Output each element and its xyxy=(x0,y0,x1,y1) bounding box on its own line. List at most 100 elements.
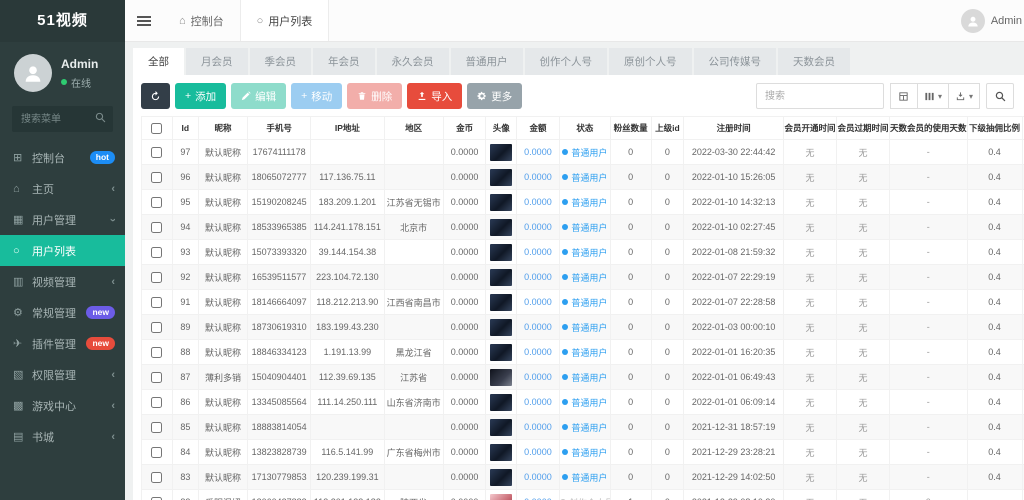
filter-tab-1[interactable]: 月会员 xyxy=(186,48,248,75)
amount-link[interactable]: 0.0000 xyxy=(524,322,552,332)
delete-button[interactable]: 删除 xyxy=(347,83,402,109)
sidebar-item-home[interactable]: ⌂主页‹ xyxy=(0,173,125,204)
user-avatar-thumbnail[interactable] xyxy=(490,394,512,411)
table-search-input[interactable] xyxy=(756,83,884,109)
cell-coins: 0.0000 xyxy=(443,440,486,465)
row-checkbox[interactable] xyxy=(151,197,162,208)
filter-tab-4[interactable]: 永久会员 xyxy=(377,48,449,75)
sidebar-item-game-center[interactable]: ▩游戏中心‹ xyxy=(0,390,125,421)
user-avatar-thumbnail[interactable] xyxy=(490,419,512,436)
cell-parent_id: 0 xyxy=(651,390,684,415)
cell-days_used: - xyxy=(890,465,967,490)
filter-tab-2[interactable]: 季会员 xyxy=(250,48,312,75)
amount-link[interactable]: 0.0000 xyxy=(524,147,552,157)
columns-dropdown-button[interactable]: ▾ xyxy=(917,83,949,109)
filter-tab-7[interactable]: 原创个人号 xyxy=(609,48,692,75)
user-avatar-thumbnail[interactable] xyxy=(490,494,512,500)
sidebar-item-user-list[interactable]: ○用户列表 xyxy=(0,235,125,266)
filter-tab-3[interactable]: 年会员 xyxy=(313,48,375,75)
amount-link[interactable]: 0.0000 xyxy=(524,347,552,357)
user-avatar-thumbnail[interactable] xyxy=(490,319,512,336)
column-header-3: IP地址 xyxy=(311,117,384,140)
cell-phone: 18146664097 xyxy=(248,290,311,315)
row-checkbox[interactable] xyxy=(151,297,162,308)
sidebar-item-plugin-mgmt[interactable]: ✈插件管理new xyxy=(0,328,125,359)
user-avatar-thumbnail[interactable] xyxy=(490,269,512,286)
toggle-table-button[interactable] xyxy=(890,83,918,109)
amount-link[interactable]: 0.0000 xyxy=(524,472,552,482)
user-avatar-thumbnail[interactable] xyxy=(490,469,512,486)
user-avatar-thumbnail[interactable] xyxy=(490,219,512,236)
amount-link[interactable]: 0.0000 xyxy=(524,272,552,282)
row-checkbox[interactable] xyxy=(151,472,162,483)
row-checkbox[interactable] xyxy=(151,247,162,258)
nav-tab-user-list[interactable]: ○用户列表 xyxy=(240,0,330,41)
row-checkbox[interactable] xyxy=(151,497,162,500)
filter-tab-6[interactable]: 创作个人号 xyxy=(525,48,608,75)
search-button[interactable] xyxy=(986,83,1014,109)
row-checkbox[interactable] xyxy=(151,347,162,358)
cell-vip_end: 无 xyxy=(837,215,890,240)
user-avatar-thumbnail[interactable] xyxy=(490,169,512,186)
amount-link[interactable]: 0.0000 xyxy=(524,447,552,457)
refresh-button[interactable] xyxy=(141,83,170,109)
row-checkbox[interactable] xyxy=(151,222,162,233)
cell-days_used: - xyxy=(890,140,967,165)
row-checkbox[interactable] xyxy=(151,372,162,383)
row-checkbox[interactable] xyxy=(151,147,162,158)
filter-tab-9[interactable]: 天数会员 xyxy=(778,48,850,75)
filter-tab-8[interactable]: 公司传媒号 xyxy=(694,48,777,75)
import-button[interactable]: 导入 xyxy=(407,83,462,109)
row-checkbox[interactable] xyxy=(151,397,162,408)
user-avatar-thumbnail[interactable] xyxy=(490,344,512,361)
sidebar-item-general-mgmt[interactable]: ⚙常规管理new xyxy=(0,297,125,328)
cell-region: 山东省济南市 xyxy=(384,390,443,415)
hamburger-menu-icon[interactable] xyxy=(125,0,163,41)
row-checkbox[interactable] xyxy=(151,422,162,433)
cell-id: 84 xyxy=(172,440,199,465)
amount-link[interactable]: 0.0000 xyxy=(524,372,552,382)
more-button[interactable]: 更多 xyxy=(467,83,522,109)
user-avatar-thumbnail[interactable] xyxy=(490,294,512,311)
sidebar-item-bookstore[interactable]: ▤书城‹ xyxy=(0,421,125,452)
amount-link[interactable]: 0.0000 xyxy=(524,197,552,207)
sidebar-item-permission-mgmt[interactable]: ▧权限管理‹ xyxy=(0,359,125,390)
row-checkbox[interactable] xyxy=(151,172,162,183)
cell-nickname: 默认昵称 xyxy=(199,240,248,265)
circle-icon: ○ xyxy=(13,245,32,257)
user-avatar-thumbnail[interactable] xyxy=(490,369,512,386)
sidebar-item-user-mgmt[interactable]: ▦用户管理‹ xyxy=(0,204,125,235)
sidebar-item-video-mgmt[interactable]: ▥视频管理‹ xyxy=(0,266,125,297)
user-avatar-thumbnail[interactable] xyxy=(490,244,512,261)
amount-link[interactable]: 0.0000 xyxy=(524,297,552,307)
move-button[interactable]: +移动 xyxy=(291,83,342,109)
row-checkbox[interactable] xyxy=(151,322,162,333)
amount-link[interactable]: 0.0000 xyxy=(524,172,552,182)
nav-tab-console[interactable]: ⌂控制台 xyxy=(163,0,240,41)
cell-fans: 0 xyxy=(610,190,651,215)
filter-tab-0[interactable]: 全部 xyxy=(133,48,184,75)
cell-ip: 183.199.43.230 xyxy=(311,315,384,340)
cell-nickname: 爱阴湿妞 xyxy=(199,490,248,500)
filter-tab-5[interactable]: 普通用户 xyxy=(451,48,523,75)
row-checkbox[interactable] xyxy=(151,447,162,458)
user-avatar-thumbnail[interactable] xyxy=(490,144,512,161)
row-checkbox[interactable] xyxy=(151,272,162,283)
user-avatar-thumbnail[interactable] xyxy=(490,444,512,461)
amount-link[interactable]: 0.0000 xyxy=(524,397,552,407)
amount-link[interactable]: 0.0000 xyxy=(524,422,552,432)
cell-status: 普通用户 xyxy=(559,440,610,465)
user-avatar-thumbnail[interactable] xyxy=(490,194,512,211)
export-dropdown-button[interactable]: ▾ xyxy=(948,83,980,109)
edit-button[interactable]: 编辑 xyxy=(231,83,286,109)
amount-link[interactable]: 0.0000 xyxy=(524,222,552,232)
cell-select xyxy=(142,165,173,190)
amount-link[interactable]: 0.0000 xyxy=(524,247,552,257)
navbar-user[interactable]: Admin xyxy=(961,0,1024,41)
sidebar-item-console[interactable]: ⊞控制台hot xyxy=(0,142,125,173)
add-button[interactable]: +添加 xyxy=(175,83,226,109)
cell-phone: 18533965385 xyxy=(248,215,311,240)
cell-phone: 15073393320 xyxy=(248,240,311,265)
select-all-checkbox[interactable] xyxy=(151,123,162,134)
cell-vip_start: 无 xyxy=(784,190,837,215)
